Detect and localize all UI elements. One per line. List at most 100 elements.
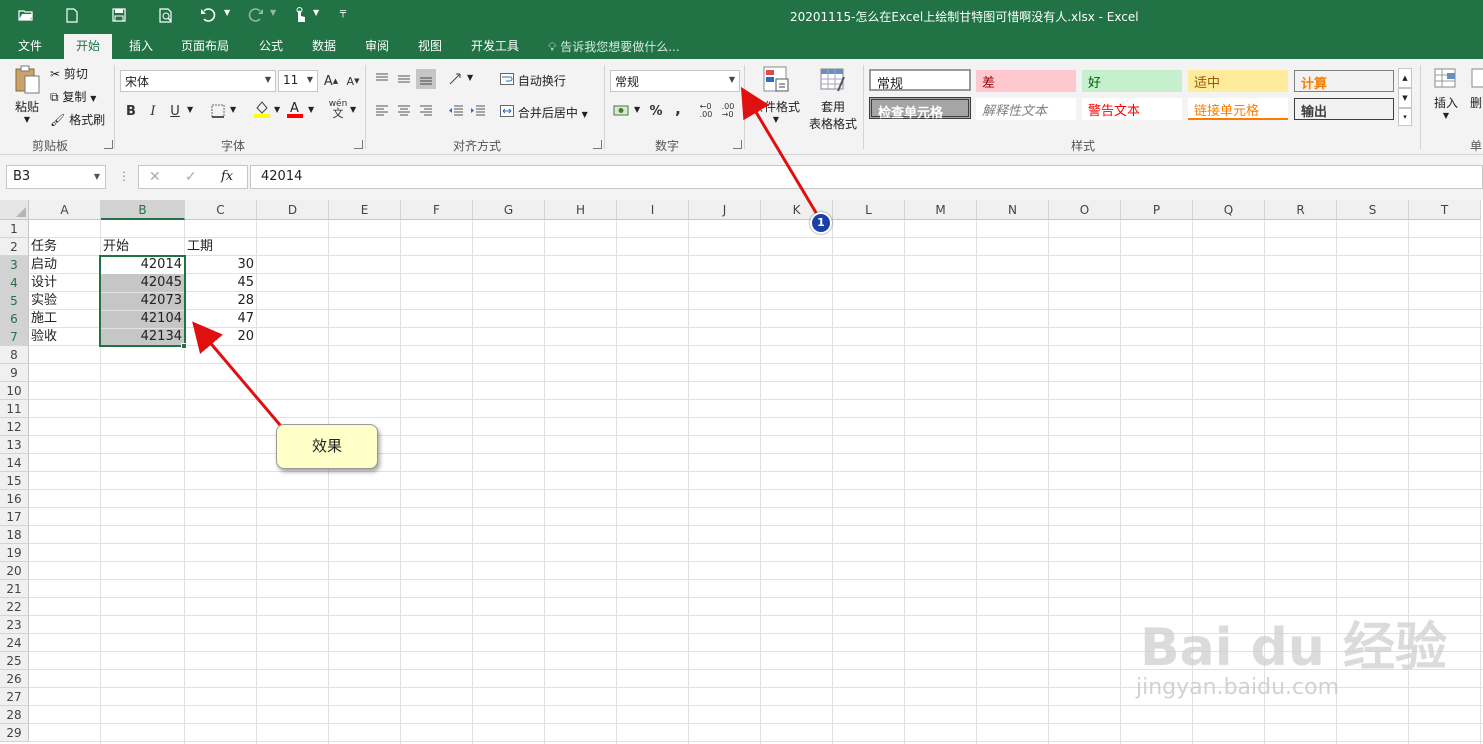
align-left-icon[interactable] (372, 101, 392, 121)
save-icon[interactable] (107, 4, 131, 26)
percent-button[interactable]: % (646, 101, 666, 121)
bold-button[interactable]: B (121, 101, 141, 121)
row-header[interactable]: 26 (0, 670, 29, 688)
row-header[interactable]: 11 (0, 400, 29, 418)
number-launcher-icon[interactable] (733, 140, 742, 149)
alignment-launcher-icon[interactable] (593, 140, 602, 149)
row-header[interactable]: 10 (0, 382, 29, 400)
tab-developer[interactable]: 开发工具 (471, 36, 519, 59)
font-color-icon[interactable]: A (285, 99, 305, 119)
column-header[interactable]: A (29, 200, 101, 220)
increase-decimal-icon[interactable]: ←0.00 (696, 101, 716, 121)
orientation-icon[interactable] (446, 69, 466, 89)
row-header[interactable]: 23 (0, 616, 29, 634)
row-header[interactable]: 19 (0, 544, 29, 562)
cell-task[interactable]: 启动 (29, 256, 100, 274)
row-header[interactable]: 2 (0, 238, 29, 256)
phonetic-icon[interactable]: wén 文 (328, 99, 348, 120)
style-normal[interactable]: 常规 (869, 69, 971, 92)
tab-home[interactable]: 开始 (64, 34, 113, 59)
select-all-corner[interactable] (0, 200, 29, 220)
enter-icon[interactable]: ✓ (185, 169, 197, 185)
row-header[interactable]: 13 (0, 436, 29, 454)
row-header[interactable]: 27 (0, 688, 29, 706)
conditional-formatting-button[interactable]: 条件格式 ▼ (750, 65, 802, 124)
customize-icon[interactable]: ╤ (340, 7, 346, 18)
cut-button[interactable]: ✂ 剪切 (50, 65, 88, 82)
column-header[interactable]: G (473, 200, 545, 220)
row-header[interactable]: 21 (0, 580, 29, 598)
tab-data[interactable]: 数据 (312, 36, 336, 59)
column-header[interactable]: M (905, 200, 977, 220)
column-header[interactable]: T (1409, 200, 1481, 220)
delete-cells-button[interactable]: 删 (1470, 65, 1483, 111)
fill-color-dropdown-icon[interactable]: ▼ (274, 105, 280, 114)
fill-handle[interactable] (181, 343, 187, 349)
tell-me-box[interactable]: 💡︎ 告诉我您想要做什么... (548, 38, 680, 55)
style-bad[interactable]: 差 (976, 70, 1076, 92)
column-header[interactable]: P (1121, 200, 1193, 220)
style-explanatory[interactable]: 解释性文本 (976, 98, 1076, 120)
column-header[interactable]: E (329, 200, 401, 220)
row-header[interactable]: 22 (0, 598, 29, 616)
italic-button[interactable]: I (143, 101, 163, 121)
cell-duration[interactable]: 47 (185, 310, 256, 328)
paste-button[interactable]: 粘贴 ▼ (8, 65, 46, 124)
style-output[interactable]: 输出 (1294, 98, 1394, 120)
row-header-selected[interactable]: 5 (0, 292, 29, 310)
cell-task[interactable]: 验收 (29, 328, 100, 346)
align-middle-icon[interactable] (394, 69, 414, 89)
increase-indent-icon[interactable] (468, 101, 488, 121)
tab-review[interactable]: 审阅 (365, 36, 389, 59)
column-header[interactable]: H (545, 200, 617, 220)
cell-b2[interactable]: 开始 (101, 238, 184, 256)
underline-dropdown-icon[interactable]: ▼ (187, 105, 193, 114)
font-size-combo[interactable]: 11 ▼ (278, 70, 318, 92)
row-header[interactable]: 14 (0, 454, 29, 472)
column-header-selected[interactable]: B (101, 200, 185, 220)
row-header[interactable]: 24 (0, 634, 29, 652)
underline-button[interactable]: U (165, 101, 185, 121)
row-header[interactable]: 29 (0, 724, 29, 742)
borders-icon[interactable] (208, 101, 228, 121)
row-header-selected[interactable]: 7 (0, 328, 29, 346)
accounting-format-icon[interactable] (612, 101, 632, 121)
row-header-selected[interactable]: 3 (0, 256, 29, 274)
new-icon[interactable] (60, 4, 84, 26)
print-preview-icon[interactable] (154, 4, 178, 26)
cell-duration[interactable]: 45 (185, 274, 256, 292)
row-header[interactable]: 18 (0, 526, 29, 544)
style-calculation[interactable]: 计算 (1294, 70, 1394, 92)
tab-page-layout[interactable]: 页面布局 (181, 36, 229, 59)
increase-font-icon[interactable]: A ▲ (321, 71, 341, 91)
row-header[interactable]: 8 (0, 346, 29, 364)
cell-duration[interactable]: 28 (185, 292, 256, 310)
row-header[interactable]: 9 (0, 364, 29, 382)
cell-c2[interactable]: 工期 (185, 238, 256, 256)
font-launcher-icon[interactable] (354, 140, 363, 149)
decrease-font-icon[interactable]: A ▼ (343, 71, 363, 91)
column-header[interactable]: R (1265, 200, 1337, 220)
row-header[interactable]: 25 (0, 652, 29, 670)
column-header[interactable]: N (977, 200, 1049, 220)
row-header[interactable]: 17 (0, 508, 29, 526)
cell-duration[interactable]: 20 (185, 328, 256, 346)
gallery-down-icon[interactable]: ▼ (1398, 88, 1412, 108)
align-bottom-icon[interactable] (416, 69, 436, 89)
style-neutral[interactable]: 适中 (1188, 70, 1288, 92)
column-header[interactable]: C (185, 200, 257, 220)
insert-function-icon[interactable]: fx (221, 169, 233, 184)
tab-view[interactable]: 视图 (418, 36, 442, 59)
insert-cells-button[interactable]: 插入 ▼ (1428, 65, 1464, 120)
align-center-icon[interactable] (394, 101, 414, 121)
copy-button[interactable]: ⧉ 复制 ▼ (50, 88, 96, 105)
row-header[interactable]: 15 (0, 472, 29, 490)
phonetic-dropdown-icon[interactable]: ▼ (350, 105, 356, 114)
orientation-dropdown-icon[interactable]: ▼ (467, 73, 473, 82)
column-header[interactable]: D (257, 200, 329, 220)
style-linked-cell[interactable]: 链接单元格 (1188, 98, 1288, 120)
undo-icon[interactable] (196, 4, 220, 26)
column-header[interactable]: S (1337, 200, 1409, 220)
row-header[interactable]: 16 (0, 490, 29, 508)
cell-duration[interactable]: 30 (185, 256, 256, 274)
